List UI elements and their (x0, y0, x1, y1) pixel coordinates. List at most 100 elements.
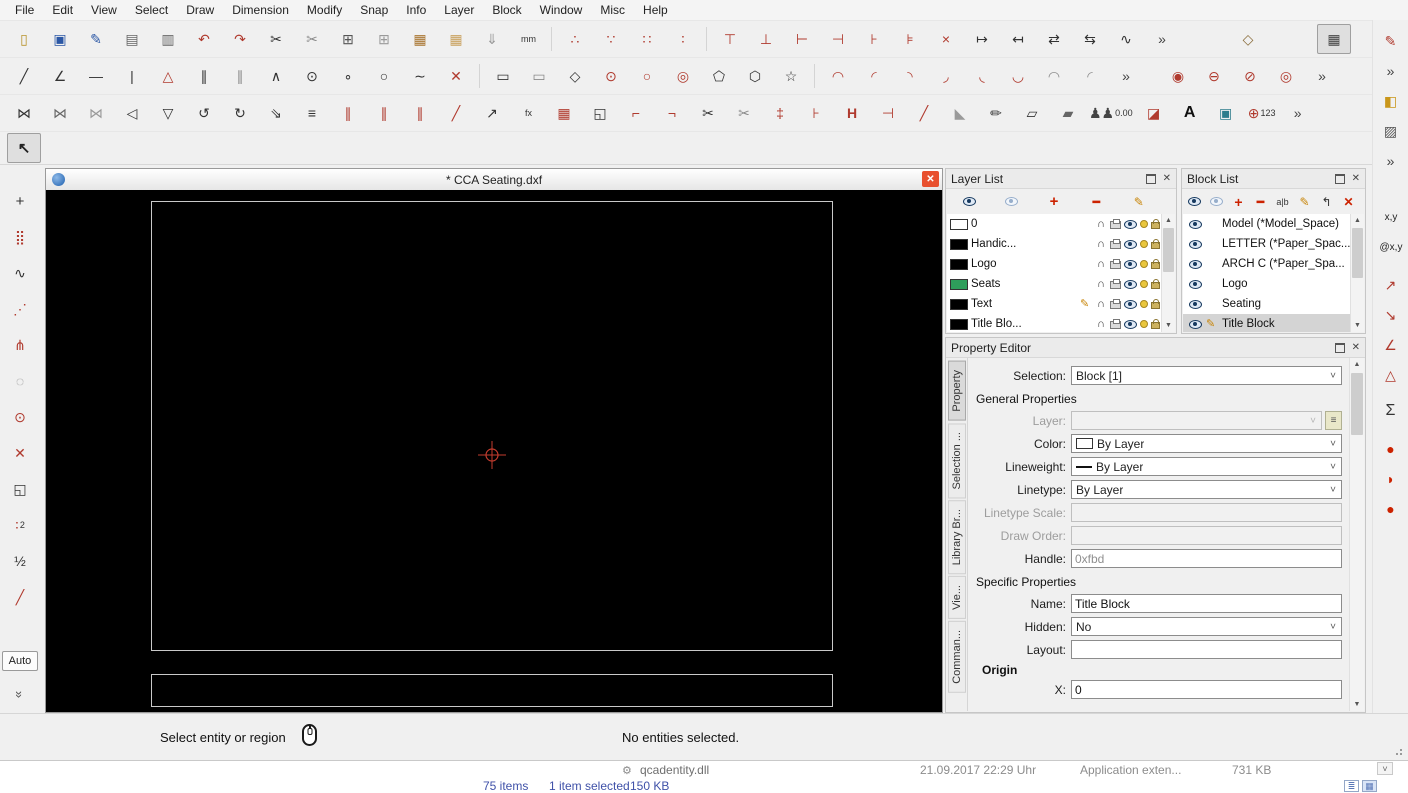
line-bisector-icon[interactable]: ∧ (259, 61, 293, 91)
layer-row[interactable]: Title Blo... (947, 314, 1162, 332)
eye-icon[interactable] (1189, 259, 1202, 269)
corner-trim-1-icon[interactable]: ⌐ (619, 98, 653, 128)
tag-icon[interactable]: ◪ (1137, 98, 1171, 128)
copy-with-reference-icon[interactable]: ⊞ (367, 24, 401, 54)
dot-icon[interactable] (1140, 240, 1148, 248)
remove-layer-icon[interactable]: ━ (1086, 193, 1107, 211)
thumbnail-view-icon[interactable]: ▦ (1362, 780, 1377, 792)
edit-block-icon[interactable]: ✎ (1294, 193, 1315, 211)
snap-auto-zoom-icon[interactable]: ◌ (4, 367, 36, 395)
select-points-3-icon[interactable]: ∷ (630, 24, 664, 54)
snap-free-icon[interactable]: ∿ (4, 259, 36, 287)
mirror-free-icon[interactable]: ⋈ (79, 98, 113, 128)
layer-row[interactable]: Logo (947, 254, 1162, 274)
scrollbar-thumb[interactable] (1163, 228, 1174, 272)
scroll-down-icon[interactable]: ▼ (1350, 698, 1364, 711)
menu-layer[interactable]: Layer (435, 0, 483, 20)
close-panel-icon[interactable]: ✕ (1352, 173, 1360, 184)
modify-cross-icon[interactable]: × (929, 24, 963, 54)
paste-along-entity-icon[interactable]: ▦ (439, 24, 473, 54)
redo-icon[interactable]: ↷ (223, 24, 257, 54)
menu-help[interactable]: Help (634, 0, 677, 20)
arc-tangent-1-icon[interactable]: ◠ (1037, 61, 1071, 91)
print-icon[interactable]: ▤ (115, 24, 149, 54)
show-all-layers-icon[interactable] (959, 193, 980, 211)
snap-end-icon[interactable]: ⋔ (4, 331, 36, 359)
block-row[interactable]: Title Block (1183, 314, 1351, 332)
layer-row[interactable]: Text (947, 294, 1162, 314)
polyline-icon[interactable]: ∿ (1109, 24, 1143, 54)
offset-diagonal-icon[interactable]: ╱ (439, 98, 473, 128)
menu-misc[interactable]: Misc (591, 0, 634, 20)
range-end-icon[interactable]: ↤ (1001, 24, 1035, 54)
vector-1-icon[interactable]: ↗ (1375, 272, 1407, 298)
line-angle-icon[interactable]: ∠ (43, 61, 77, 91)
eye-icon[interactable] (1189, 319, 1202, 329)
line-freehand-icon[interactable]: ∼ (403, 61, 437, 91)
edit-layer-icon[interactable]: ✎ (1128, 193, 1149, 211)
brush-icon[interactable]: ✏ (979, 98, 1013, 128)
drawing-canvas[interactable] (46, 190, 942, 712)
modify-join-icon[interactable]: ⊧ (893, 24, 927, 54)
scroll-down-button[interactable]: ˅ (1377, 762, 1393, 775)
scrollbar-thumb[interactable] (1351, 373, 1363, 435)
linetype-combo[interactable]: By Layer ˅ (1071, 480, 1342, 499)
overflow-2-icon[interactable]: » (1305, 61, 1339, 91)
rename-block-icon[interactable]: a|b (1272, 193, 1293, 211)
modify-trim-both-icon[interactable]: ⊥ (749, 24, 783, 54)
color-combo[interactable]: By Layer ˅ (1071, 434, 1342, 453)
block-row[interactable]: ARCH C (*Paper_Spa... (1183, 254, 1351, 274)
isometric-view-icon[interactable]: ◇ (1231, 24, 1265, 54)
menu-modify[interactable]: Modify (298, 0, 351, 20)
menu-dimension[interactable]: Dimension (223, 0, 298, 20)
line-tangent-2-icon[interactable]: ∘ (331, 61, 365, 91)
magnet-icon[interactable] (1095, 239, 1107, 250)
scroll-up-icon[interactable]: ▲ (1162, 214, 1175, 227)
block-list-scrollbar[interactable]: ▲ ▼ (1350, 214, 1364, 332)
rectangle-size-icon[interactable]: ▭ (522, 61, 556, 91)
line-parallel-icon[interactable]: ∥ (187, 61, 221, 91)
dot-icon[interactable] (1140, 260, 1148, 268)
eye-icon[interactable] (1189, 219, 1202, 229)
leader-icon[interactable]: ↗ (475, 98, 509, 128)
overflow-icon[interactable]: » (1375, 58, 1407, 84)
mirror-vertical-icon[interactable]: ⋈ (43, 98, 77, 128)
person-spacing-icon[interactable]: ♟♟ 0.00 (1087, 98, 1135, 128)
trim-h-icon[interactable]: H (835, 98, 869, 128)
coords-relative-icon[interactable]: @x,y (1375, 234, 1407, 260)
viewport-icon[interactable]: ◱ (583, 98, 617, 128)
block-row[interactable]: Logo (1183, 274, 1351, 294)
line-two-points-icon[interactable]: ╱ (7, 61, 41, 91)
snap-grid-icon[interactable]: ⣿ (4, 223, 36, 251)
layout-field[interactable] (1071, 640, 1342, 659)
file-name[interactable]: qcadentity.dll (640, 763, 709, 777)
details-view-icon[interactable]: ≣ (1344, 780, 1359, 792)
hide-all-layers-icon[interactable] (1001, 193, 1022, 211)
swap-vertical-icon[interactable]: ⇆ (1073, 24, 1107, 54)
magnet-icon[interactable] (1095, 219, 1107, 230)
close-document-button[interactable]: ✕ (922, 171, 939, 187)
layer-list-titlebar[interactable]: Layer List ✕ (946, 169, 1176, 189)
selection-combo[interactable]: Block [1] ˅ (1071, 366, 1342, 385)
rotate-two-icon[interactable]: ↻ (223, 98, 257, 128)
eye-icon[interactable] (1124, 239, 1137, 249)
overflow-icon[interactable]: » (1281, 98, 1315, 128)
printer-icon[interactable] (1110, 219, 1121, 229)
eye-icon[interactable] (1189, 279, 1202, 289)
printer-icon[interactable] (1110, 239, 1121, 249)
insert-block-icon[interactable]: ↰ (1316, 193, 1337, 211)
tab-library-br[interactable]: Library Br... (948, 500, 966, 575)
offset-3-icon[interactable]: ∥ (403, 98, 437, 128)
coords-cartesian-icon[interactable]: x,y (1375, 204, 1407, 230)
layer-list-scrollbar[interactable]: ▲ ▼ (1161, 214, 1175, 332)
printer-icon[interactable] (1110, 259, 1121, 269)
modify-trim-icon[interactable]: ⊤ (713, 24, 747, 54)
float-panel-icon[interactable] (1334, 173, 1345, 184)
snap-restrict-angle-icon[interactable]: ╱ (4, 583, 36, 611)
magnet-icon[interactable] (1095, 259, 1107, 270)
polygon-icon[interactable]: ◇ (558, 61, 592, 91)
offset-1-icon[interactable]: ∥ (331, 98, 365, 128)
arc-concentric-icon[interactable]: ◡ (1001, 61, 1035, 91)
block-name-field[interactable] (1071, 594, 1342, 613)
divide-icon[interactable]: fx (511, 98, 545, 128)
